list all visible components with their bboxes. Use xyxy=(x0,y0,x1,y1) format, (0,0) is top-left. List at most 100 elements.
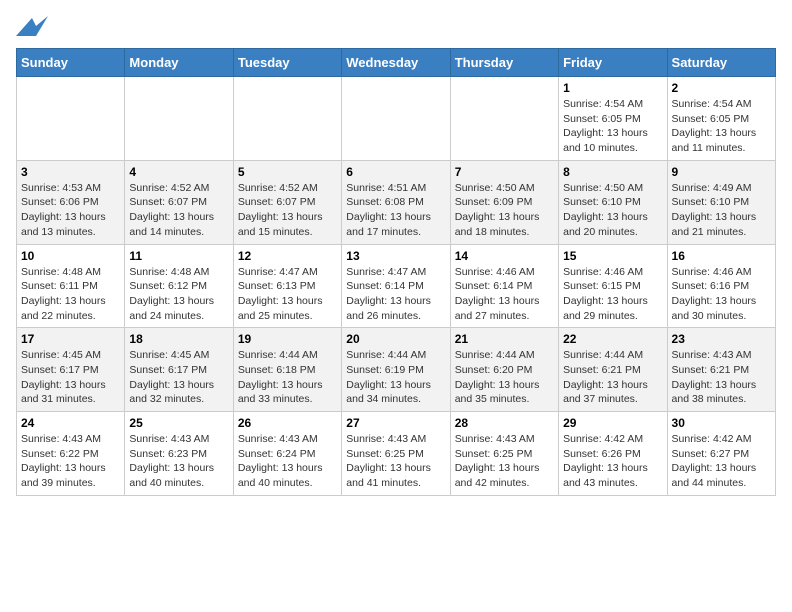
calendar-cell: 22 Sunrise: 4:44 AMSunset: 6:21 PMDayligh… xyxy=(559,328,667,412)
calendar-cell xyxy=(17,77,125,161)
calendar-cell: 9Sunrise: 4:49 AMSunset: 6:10 PMDaylight… xyxy=(667,160,775,244)
day-info: Sunrise: 4:42 AMSunset: 6:27 PMDaylight:… xyxy=(672,432,771,491)
calendar-cell: 11 Sunrise: 4:48 AMSunset: 6:12 PMDayligh… xyxy=(125,244,233,328)
day-info: Sunrise: 4:43 AMSunset: 6:25 PMDaylight:… xyxy=(455,432,554,491)
day-info: Sunrise: 4:43 AMSunset: 6:25 PMDaylight:… xyxy=(346,432,445,491)
day-number: 13 xyxy=(346,249,445,263)
calendar-cell: 2 Sunrise: 4:54 AMSunset: 6:05 PMDaylight… xyxy=(667,77,775,161)
day-info: Sunrise: 4:46 AMSunset: 6:16 PMDaylight:… xyxy=(672,265,771,324)
day-number: 2 xyxy=(672,81,771,95)
day-number: 20 xyxy=(346,332,445,346)
day-info: Sunrise: 4:44 AMSunset: 6:18 PMDaylight:… xyxy=(238,348,337,407)
day-number: 26 xyxy=(238,416,337,430)
day-number: 27 xyxy=(346,416,445,430)
calendar-cell: 16 Sunrise: 4:46 AMSunset: 6:16 PMDayligh… xyxy=(667,244,775,328)
calendar-cell: 12 Sunrise: 4:47 AMSunset: 6:13 PMDayligh… xyxy=(233,244,341,328)
day-info: Sunrise: 4:47 AMSunset: 6:13 PMDaylight:… xyxy=(238,265,337,324)
day-number: 5 xyxy=(238,165,337,179)
day-number: 21 xyxy=(455,332,554,346)
day-number: 14 xyxy=(455,249,554,263)
day-number: 11 xyxy=(129,249,228,263)
column-header-friday: Friday xyxy=(559,49,667,77)
calendar-cell: 20 Sunrise: 4:44 AMSunset: 6:19 PMDayligh… xyxy=(342,328,450,412)
day-number: 3 xyxy=(21,165,120,179)
day-number: 4 xyxy=(129,165,228,179)
column-header-tuesday: Tuesday xyxy=(233,49,341,77)
calendar-cell: 6 Sunrise: 4:51 AMSunset: 6:08 PMDaylight… xyxy=(342,160,450,244)
day-info: Sunrise: 4:45 AMSunset: 6:17 PMDaylight:… xyxy=(21,348,120,407)
day-info: Sunrise: 4:54 AMSunset: 6:05 PMDaylight:… xyxy=(563,97,662,156)
day-number: 12 xyxy=(238,249,337,263)
calendar-cell: 23 Sunrise: 4:43 AMSunset: 6:21 PMDayligh… xyxy=(667,328,775,412)
calendar-cell: 10 Sunrise: 4:48 AMSunset: 6:11 PMDayligh… xyxy=(17,244,125,328)
column-header-monday: Monday xyxy=(125,49,233,77)
day-number: 6 xyxy=(346,165,445,179)
day-info: Sunrise: 4:44 AMSunset: 6:19 PMDaylight:… xyxy=(346,348,445,407)
calendar-cell: 7 Sunrise: 4:50 AMSunset: 6:09 PMDaylight… xyxy=(450,160,558,244)
calendar-cell: 27 Sunrise: 4:43 AMSunset: 6:25 PMDayligh… xyxy=(342,412,450,496)
week-row-2: 3 Sunrise: 4:53 AMSunset: 6:06 PMDaylight… xyxy=(17,160,776,244)
calendar-cell: 26 Sunrise: 4:43 AMSunset: 6:24 PMDayligh… xyxy=(233,412,341,496)
day-info: Sunrise: 4:52 AMSunset: 6:07 PMDaylight:… xyxy=(238,181,337,240)
calendar-cell: 8 Sunrise: 4:50 AMSunset: 6:10 PMDaylight… xyxy=(559,160,667,244)
calendar-cell: 13Sunrise: 4:47 AMSunset: 6:14 PMDayligh… xyxy=(342,244,450,328)
calendar-cell xyxy=(450,77,558,161)
day-info: Sunrise: 4:44 AMSunset: 6:21 PMDaylight:… xyxy=(563,348,662,407)
week-row-4: 17 Sunrise: 4:45 AMSunset: 6:17 PMDayligh… xyxy=(17,328,776,412)
calendar-cell: 14 Sunrise: 4:46 AMSunset: 6:14 PMDayligh… xyxy=(450,244,558,328)
page-header xyxy=(16,16,776,44)
column-header-wednesday: Wednesday xyxy=(342,49,450,77)
calendar-cell: 4Sunrise: 4:52 AMSunset: 6:07 PMDaylight… xyxy=(125,160,233,244)
day-number: 7 xyxy=(455,165,554,179)
day-info: Sunrise: 4:51 AMSunset: 6:08 PMDaylight:… xyxy=(346,181,445,240)
day-info: Sunrise: 4:48 AMSunset: 6:12 PMDaylight:… xyxy=(129,265,228,324)
calendar-cell xyxy=(233,77,341,161)
day-info: Sunrise: 4:49 AMSunset: 6:10 PMDaylight:… xyxy=(672,181,771,240)
day-info: Sunrise: 4:45 AMSunset: 6:17 PMDaylight:… xyxy=(129,348,228,407)
day-info: Sunrise: 4:43 AMSunset: 6:21 PMDaylight:… xyxy=(672,348,771,407)
week-row-5: 24Sunrise: 4:43 AMSunset: 6:22 PMDayligh… xyxy=(17,412,776,496)
day-number: 29 xyxy=(563,416,662,430)
logo-icon xyxy=(16,16,48,44)
day-info: Sunrise: 4:44 AMSunset: 6:20 PMDaylight:… xyxy=(455,348,554,407)
day-info: Sunrise: 4:50 AMSunset: 6:10 PMDaylight:… xyxy=(563,181,662,240)
day-info: Sunrise: 4:43 AMSunset: 6:23 PMDaylight:… xyxy=(129,432,228,491)
day-info: Sunrise: 4:53 AMSunset: 6:06 PMDaylight:… xyxy=(21,181,120,240)
day-number: 23 xyxy=(672,332,771,346)
calendar-header-row: SundayMondayTuesdayWednesdayThursdayFrid… xyxy=(17,49,776,77)
calendar-cell: 30 Sunrise: 4:42 AMSunset: 6:27 PMDayligh… xyxy=(667,412,775,496)
calendar-table: SundayMondayTuesdayWednesdayThursdayFrid… xyxy=(16,48,776,496)
day-info: Sunrise: 4:54 AMSunset: 6:05 PMDaylight:… xyxy=(672,97,771,156)
day-info: Sunrise: 4:43 AMSunset: 6:24 PMDaylight:… xyxy=(238,432,337,491)
week-row-1: 1 Sunrise: 4:54 AMSunset: 6:05 PMDaylight… xyxy=(17,77,776,161)
day-info: Sunrise: 4:50 AMSunset: 6:09 PMDaylight:… xyxy=(455,181,554,240)
day-info: Sunrise: 4:46 AMSunset: 6:14 PMDaylight:… xyxy=(455,265,554,324)
day-number: 15 xyxy=(563,249,662,263)
day-number: 22 xyxy=(563,332,662,346)
day-number: 28 xyxy=(455,416,554,430)
calendar-cell: 17 Sunrise: 4:45 AMSunset: 6:17 PMDayligh… xyxy=(17,328,125,412)
week-row-3: 10 Sunrise: 4:48 AMSunset: 6:11 PMDayligh… xyxy=(17,244,776,328)
day-info: Sunrise: 4:42 AMSunset: 6:26 PMDaylight:… xyxy=(563,432,662,491)
calendar-cell xyxy=(342,77,450,161)
column-header-sunday: Sunday xyxy=(17,49,125,77)
calendar-cell: 28 Sunrise: 4:43 AMSunset: 6:25 PMDayligh… xyxy=(450,412,558,496)
calendar-cell: 21 Sunrise: 4:44 AMSunset: 6:20 PMDayligh… xyxy=(450,328,558,412)
calendar-cell: 29 Sunrise: 4:42 AMSunset: 6:26 PMDayligh… xyxy=(559,412,667,496)
day-number: 1 xyxy=(563,81,662,95)
day-number: 24 xyxy=(21,416,120,430)
column-header-saturday: Saturday xyxy=(667,49,775,77)
calendar-cell: 18Sunrise: 4:45 AMSunset: 6:17 PMDayligh… xyxy=(125,328,233,412)
day-number: 10 xyxy=(21,249,120,263)
day-info: Sunrise: 4:48 AMSunset: 6:11 PMDaylight:… xyxy=(21,265,120,324)
calendar-cell: 24Sunrise: 4:43 AMSunset: 6:22 PMDayligh… xyxy=(17,412,125,496)
day-info: Sunrise: 4:46 AMSunset: 6:15 PMDaylight:… xyxy=(563,265,662,324)
calendar-cell: 25Sunrise: 4:43 AMSunset: 6:23 PMDayligh… xyxy=(125,412,233,496)
day-number: 19 xyxy=(238,332,337,346)
day-number: 17 xyxy=(21,332,120,346)
day-number: 16 xyxy=(672,249,771,263)
day-number: 8 xyxy=(563,165,662,179)
calendar-cell xyxy=(125,77,233,161)
day-number: 30 xyxy=(672,416,771,430)
column-header-thursday: Thursday xyxy=(450,49,558,77)
